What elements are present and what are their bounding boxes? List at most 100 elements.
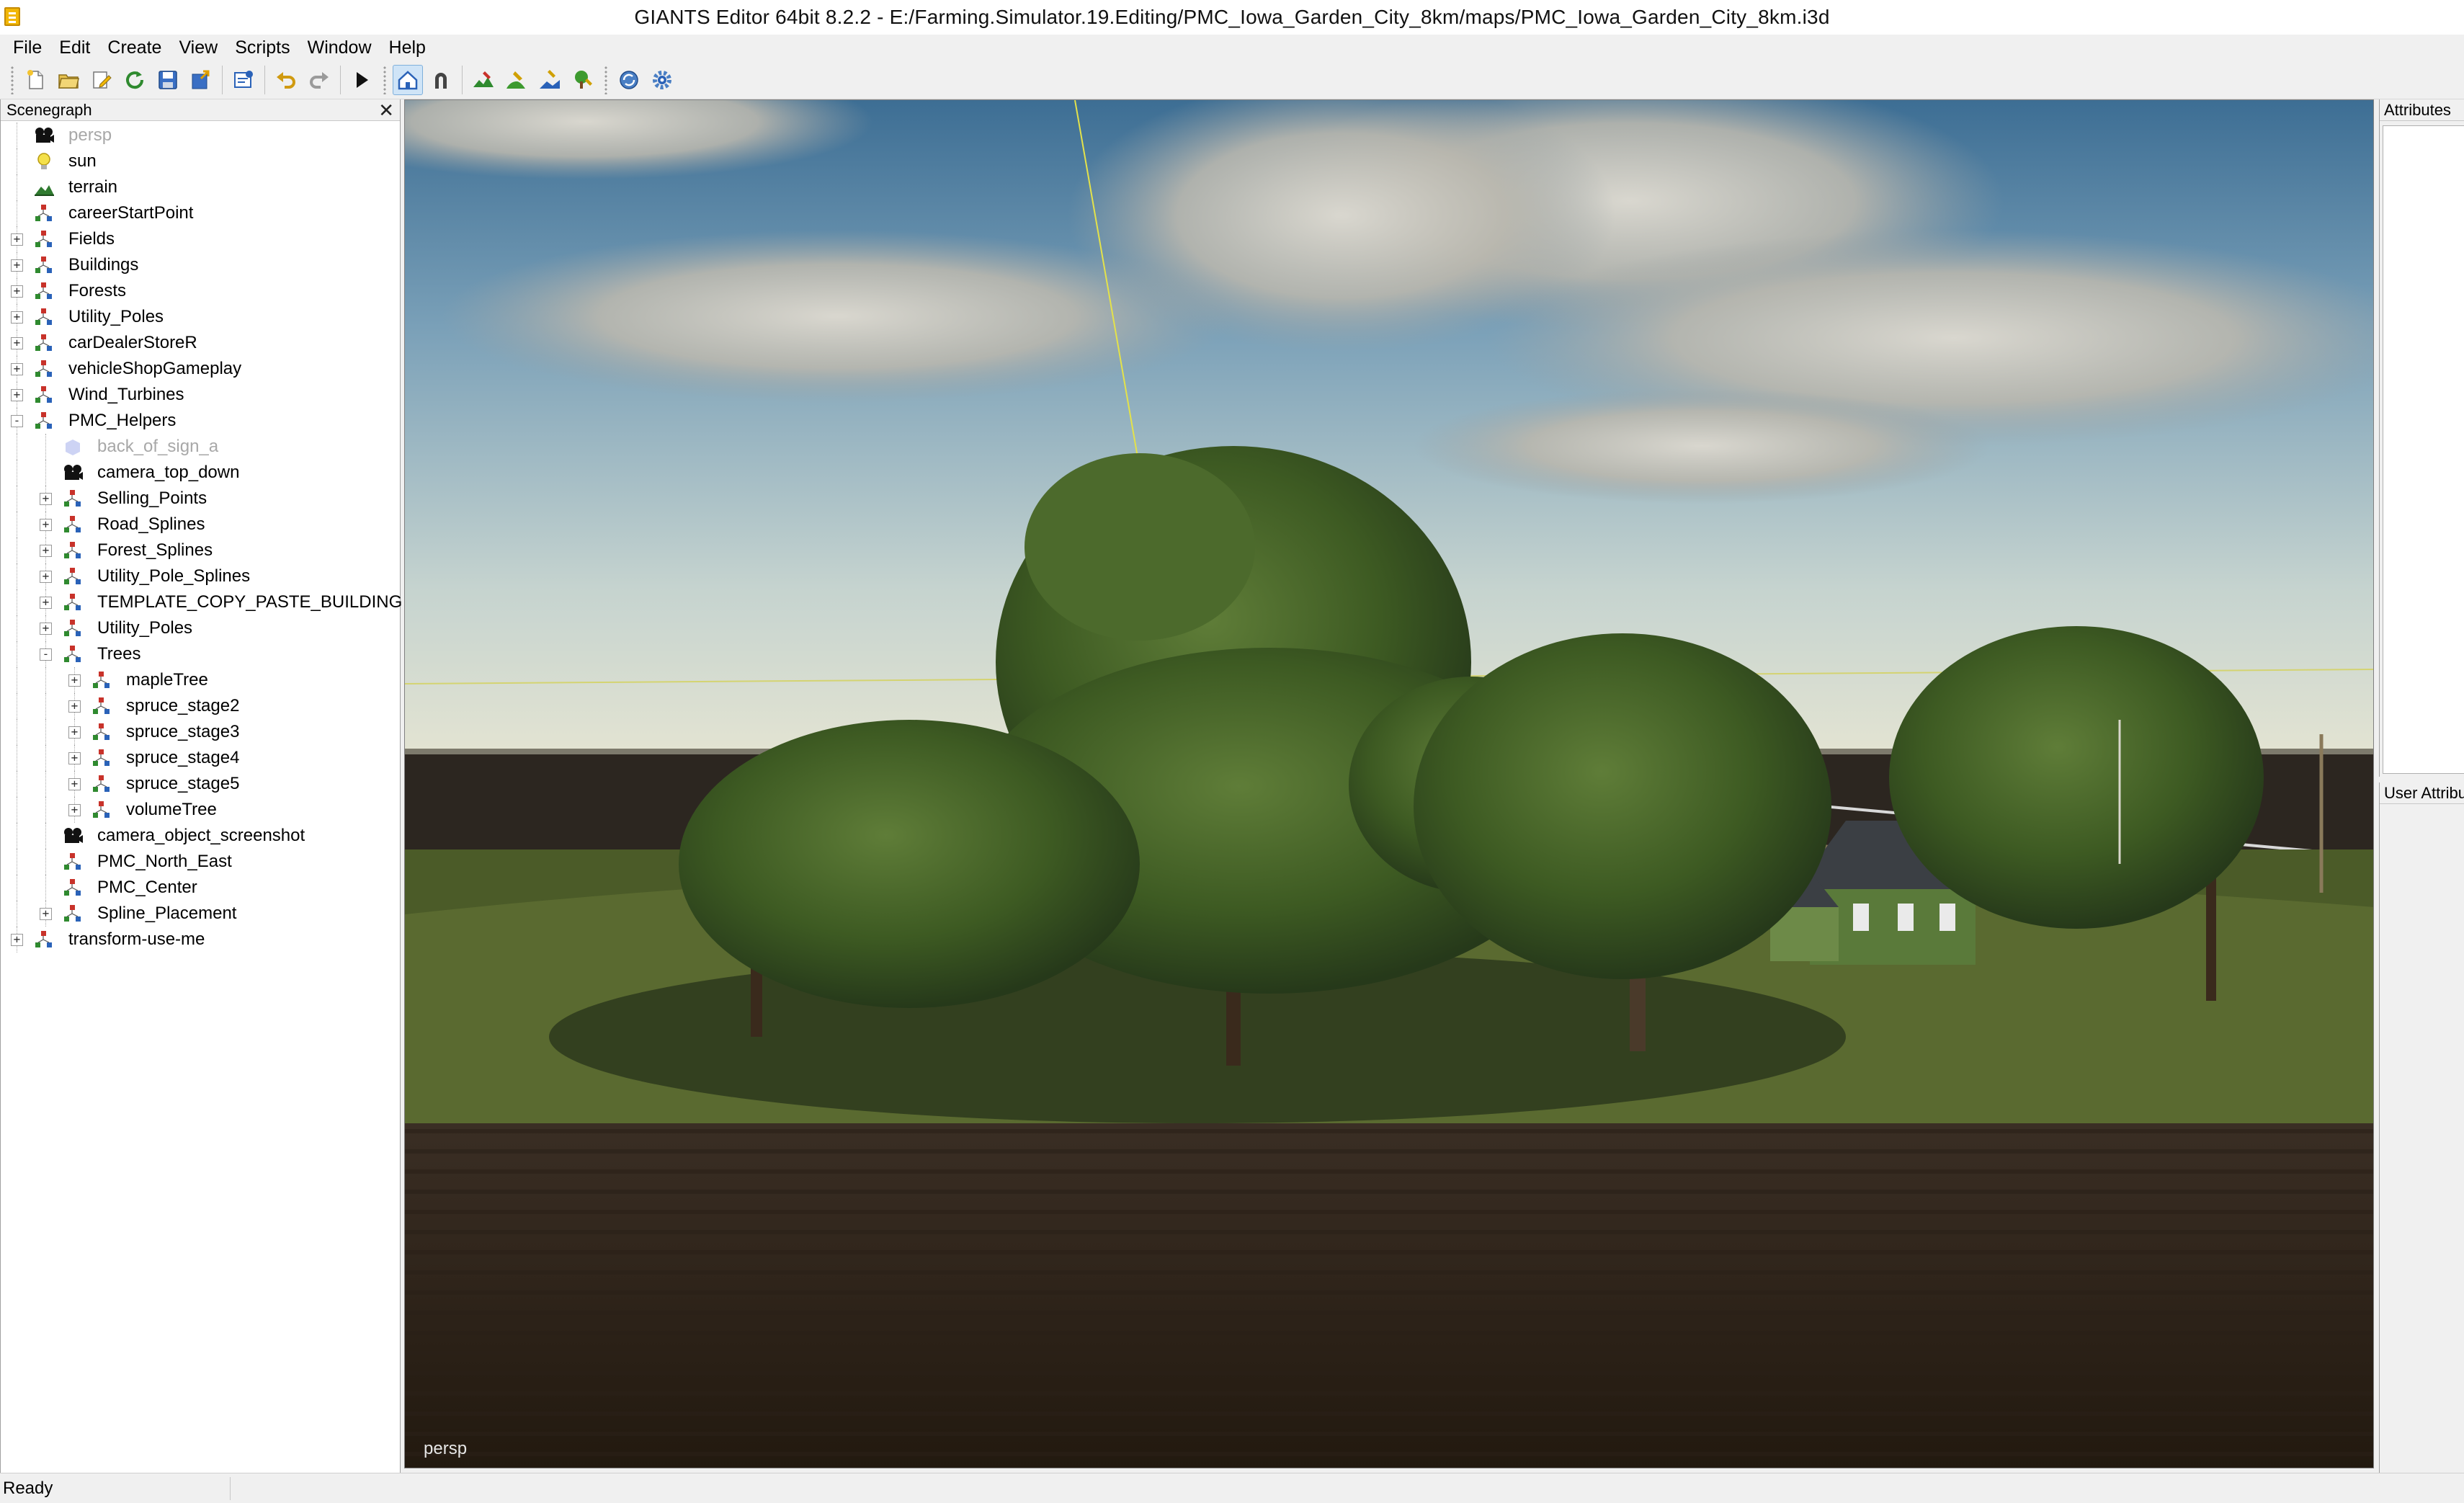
settings-gear-icon[interactable] xyxy=(647,65,677,95)
scenegraph-node[interactable]: - PMC_Helpers xyxy=(1,408,400,434)
tree-guide-line xyxy=(45,434,46,460)
magnet-icon[interactable] xyxy=(426,65,456,95)
scenegraph-node[interactable]: + Utility_Poles xyxy=(1,615,400,641)
scenegraph-node[interactable]: + spruce_stage5 xyxy=(1,771,400,797)
play-icon[interactable] xyxy=(347,65,377,95)
scenegraph-node[interactable]: + Utility_Poles xyxy=(1,304,400,330)
expand-icon[interactable]: + xyxy=(40,596,52,609)
menu-scripts[interactable]: Scripts xyxy=(226,35,298,61)
scenegraph-node-label: Utility_Poles xyxy=(97,618,193,638)
toolbar-grip[interactable] xyxy=(383,65,387,94)
tree-paint-icon[interactable] xyxy=(568,65,598,95)
scenegraph-node[interactable]: + Forests xyxy=(1,278,400,304)
scenegraph-node[interactable]: sun xyxy=(1,148,400,174)
scenegraph-node-label: sun xyxy=(68,151,97,171)
scenegraph-node[interactable]: PMC_Center xyxy=(1,875,400,901)
expand-icon[interactable]: + xyxy=(11,388,23,401)
transform-node-icon xyxy=(62,643,84,665)
camera-node-icon xyxy=(62,462,84,483)
terrain-paint-icon[interactable] xyxy=(468,65,499,95)
expand-icon[interactable]: + xyxy=(68,726,81,739)
open-file-icon[interactable] xyxy=(53,65,84,95)
scenegraph-node[interactable]: persp xyxy=(1,122,400,148)
close-icon[interactable]: ✕ xyxy=(378,101,394,120)
import-icon[interactable] xyxy=(228,65,259,95)
scenegraph-node[interactable]: + mapleTree xyxy=(1,667,400,693)
scenegraph-node[interactable]: PMC_North_East xyxy=(1,849,400,875)
reload-icon[interactable] xyxy=(120,65,150,95)
toolbar-grip[interactable] xyxy=(604,65,608,94)
expand-icon[interactable]: + xyxy=(11,233,23,246)
scenegraph-node[interactable]: + carDealerStoreR xyxy=(1,330,400,356)
scenegraph-node[interactable]: + Fields xyxy=(1,226,400,252)
expand-icon[interactable]: + xyxy=(68,777,81,790)
scenegraph-node-label: Utility_Poles xyxy=(68,307,164,326)
scenegraph-node[interactable]: + Selling_Points xyxy=(1,486,400,512)
menu-view[interactable]: View xyxy=(170,35,226,61)
scenegraph-node[interactable]: careerStartPoint xyxy=(1,200,400,226)
terrain-detail-icon[interactable] xyxy=(535,65,565,95)
expand-icon[interactable]: + xyxy=(68,803,81,816)
expand-icon[interactable]: + xyxy=(40,492,52,505)
scenegraph-node[interactable]: + spruce_stage3 xyxy=(1,719,400,745)
scenegraph-node[interactable]: camera_object_screenshot xyxy=(1,823,400,849)
new-file-icon[interactable] xyxy=(20,65,50,95)
scenegraph-node[interactable]: back_of_sign_a xyxy=(1,434,400,460)
tree-guide-line xyxy=(45,719,46,745)
scenegraph-node[interactable]: + spruce_stage4 xyxy=(1,745,400,771)
expand-icon[interactable]: + xyxy=(11,336,23,349)
expand-icon[interactable]: + xyxy=(40,518,52,531)
collapse-icon[interactable]: - xyxy=(11,414,23,427)
3d-viewport[interactable]: persp xyxy=(404,99,2374,1468)
scenegraph-node[interactable]: terrain xyxy=(1,174,400,200)
home-camera-icon[interactable] xyxy=(393,64,423,95)
menu-file[interactable]: File xyxy=(4,35,50,61)
expand-icon[interactable]: + xyxy=(11,311,23,324)
transform-node-icon xyxy=(33,306,55,328)
edit-file-icon[interactable] xyxy=(86,65,117,95)
scenegraph-node[interactable]: + Buildings xyxy=(1,252,400,278)
collapse-icon[interactable]: - xyxy=(40,648,52,661)
redo-icon[interactable] xyxy=(304,65,334,95)
expand-icon[interactable]: + xyxy=(68,752,81,764)
expand-icon[interactable]: + xyxy=(40,907,52,920)
scenegraph-node-label: Fields xyxy=(68,229,115,249)
scenegraph-node[interactable]: - Trees xyxy=(1,641,400,667)
menu-help[interactable]: Help xyxy=(380,35,434,61)
expand-icon[interactable]: + xyxy=(40,570,52,583)
scenegraph-node[interactable]: + Wind_Turbines xyxy=(1,382,400,408)
attributes-body[interactable] xyxy=(2383,125,2464,774)
expand-icon[interactable]: + xyxy=(40,544,52,557)
expand-icon[interactable]: + xyxy=(11,285,23,298)
scenegraph-node[interactable]: + volumeTree xyxy=(1,797,400,823)
tree-guide-line xyxy=(45,875,46,901)
transform-node-icon xyxy=(33,410,55,432)
refresh-scene-icon[interactable] xyxy=(614,65,644,95)
export-icon[interactable] xyxy=(186,65,216,95)
menu-create[interactable]: Create xyxy=(99,35,170,61)
status-bar: Ready xyxy=(0,1473,2464,1503)
expand-icon[interactable]: + xyxy=(68,674,81,687)
toolbar-grip[interactable] xyxy=(10,65,14,94)
transform-node-icon xyxy=(91,773,112,795)
scenegraph-node[interactable]: + TEMPLATE_COPY_PASTE_BUILDING xyxy=(1,589,402,615)
save-icon[interactable] xyxy=(153,65,183,95)
foliage-paint-icon[interactable] xyxy=(501,65,532,95)
scenegraph-node[interactable]: + Utility_Pole_Splines xyxy=(1,563,400,589)
scenegraph-node[interactable]: camera_top_down xyxy=(1,460,400,486)
scenegraph-node-label: PMC_North_East xyxy=(97,852,232,871)
undo-icon[interactable] xyxy=(271,65,301,95)
scenegraph-node[interactable]: + transform-use-me xyxy=(1,927,400,953)
scenegraph-node[interactable]: + vehicleShopGameplay xyxy=(1,356,400,382)
expand-icon[interactable]: + xyxy=(11,259,23,272)
scenegraph-node[interactable]: + Road_Splines xyxy=(1,512,400,538)
scenegraph-node[interactable]: + spruce_stage2 xyxy=(1,693,400,719)
expand-icon[interactable]: + xyxy=(40,622,52,635)
expand-icon[interactable]: + xyxy=(11,933,23,946)
menu-window[interactable]: Window xyxy=(299,35,380,61)
expand-icon[interactable]: + xyxy=(11,362,23,375)
scenegraph-node[interactable]: + Forest_Splines xyxy=(1,538,400,563)
expand-icon[interactable]: + xyxy=(68,700,81,713)
scenegraph-node[interactable]: + Spline_Placement xyxy=(1,901,400,927)
menu-edit[interactable]: Edit xyxy=(50,35,99,61)
